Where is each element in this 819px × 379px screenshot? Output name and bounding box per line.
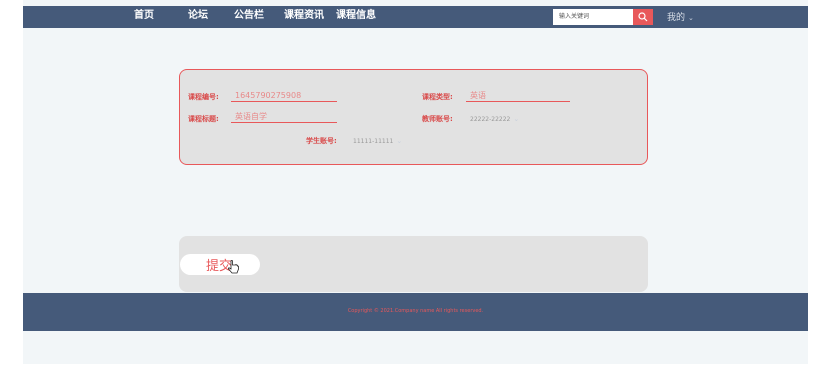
submit-panel: 提交 (179, 236, 648, 292)
my-menu[interactable]: 我的 ⌄ (667, 10, 694, 23)
student-account-select[interactable]: 11111-11111 ⌄ (353, 137, 402, 145)
student-account-value: 11111-11111 (353, 138, 394, 145)
teacher-account-select[interactable]: 22222-22222 ⌄ (470, 115, 519, 123)
teacher-account-value: 22222-22222 (470, 116, 511, 123)
page: 首页 论坛 公告栏 课程资讯 课程信息 我的⌄ 课程编号: 1645790275… (23, 0, 808, 364)
nav-course-info[interactable]: 课程信息 (336, 9, 376, 23)
top-navbar: 首页 论坛 公告栏 课程资讯 课程信息 我的⌄ (23, 6, 808, 28)
nav-bulletin[interactable]: 公告栏 (234, 9, 264, 23)
footer: Copyright © 2021.Company name All rights… (23, 293, 808, 331)
course-title-field[interactable]: 英语自学 (231, 111, 337, 123)
course-type-field[interactable]: 英语 (466, 90, 570, 102)
nav-forum[interactable]: 论坛 (188, 9, 208, 23)
search-icon (638, 12, 648, 22)
course-no-field[interactable]: 1645790275908 (231, 90, 337, 102)
chevron-down-icon: ⌄ (396, 137, 403, 145)
student-account-label: 学生账号: (306, 137, 337, 145)
copyright-text: Copyright © 2021.Company name All rights… (347, 308, 484, 314)
chevron-down-icon: ⌄ (688, 14, 694, 22)
search-button[interactable] (633, 9, 653, 25)
my-menu-label: 我的 (667, 13, 686, 23)
course-form-card: 课程编号: 1645790275908 课程类型: 英语 课程标题: 英语自学 … (179, 69, 648, 165)
course-title-label: 课程标题: (188, 115, 219, 123)
teacher-account-label: 教师账号: (422, 115, 453, 123)
course-type-label: 课程类型: (422, 93, 453, 101)
submit-button[interactable]: 提交 (180, 254, 260, 275)
hand-cursor-icon (228, 260, 239, 274)
nav-home[interactable]: 首页 (134, 9, 154, 23)
course-no-label: 课程编号: (188, 93, 219, 101)
nav-course-news[interactable]: 课程资讯 (284, 9, 324, 23)
chevron-down-icon: ⌄ (513, 115, 520, 123)
